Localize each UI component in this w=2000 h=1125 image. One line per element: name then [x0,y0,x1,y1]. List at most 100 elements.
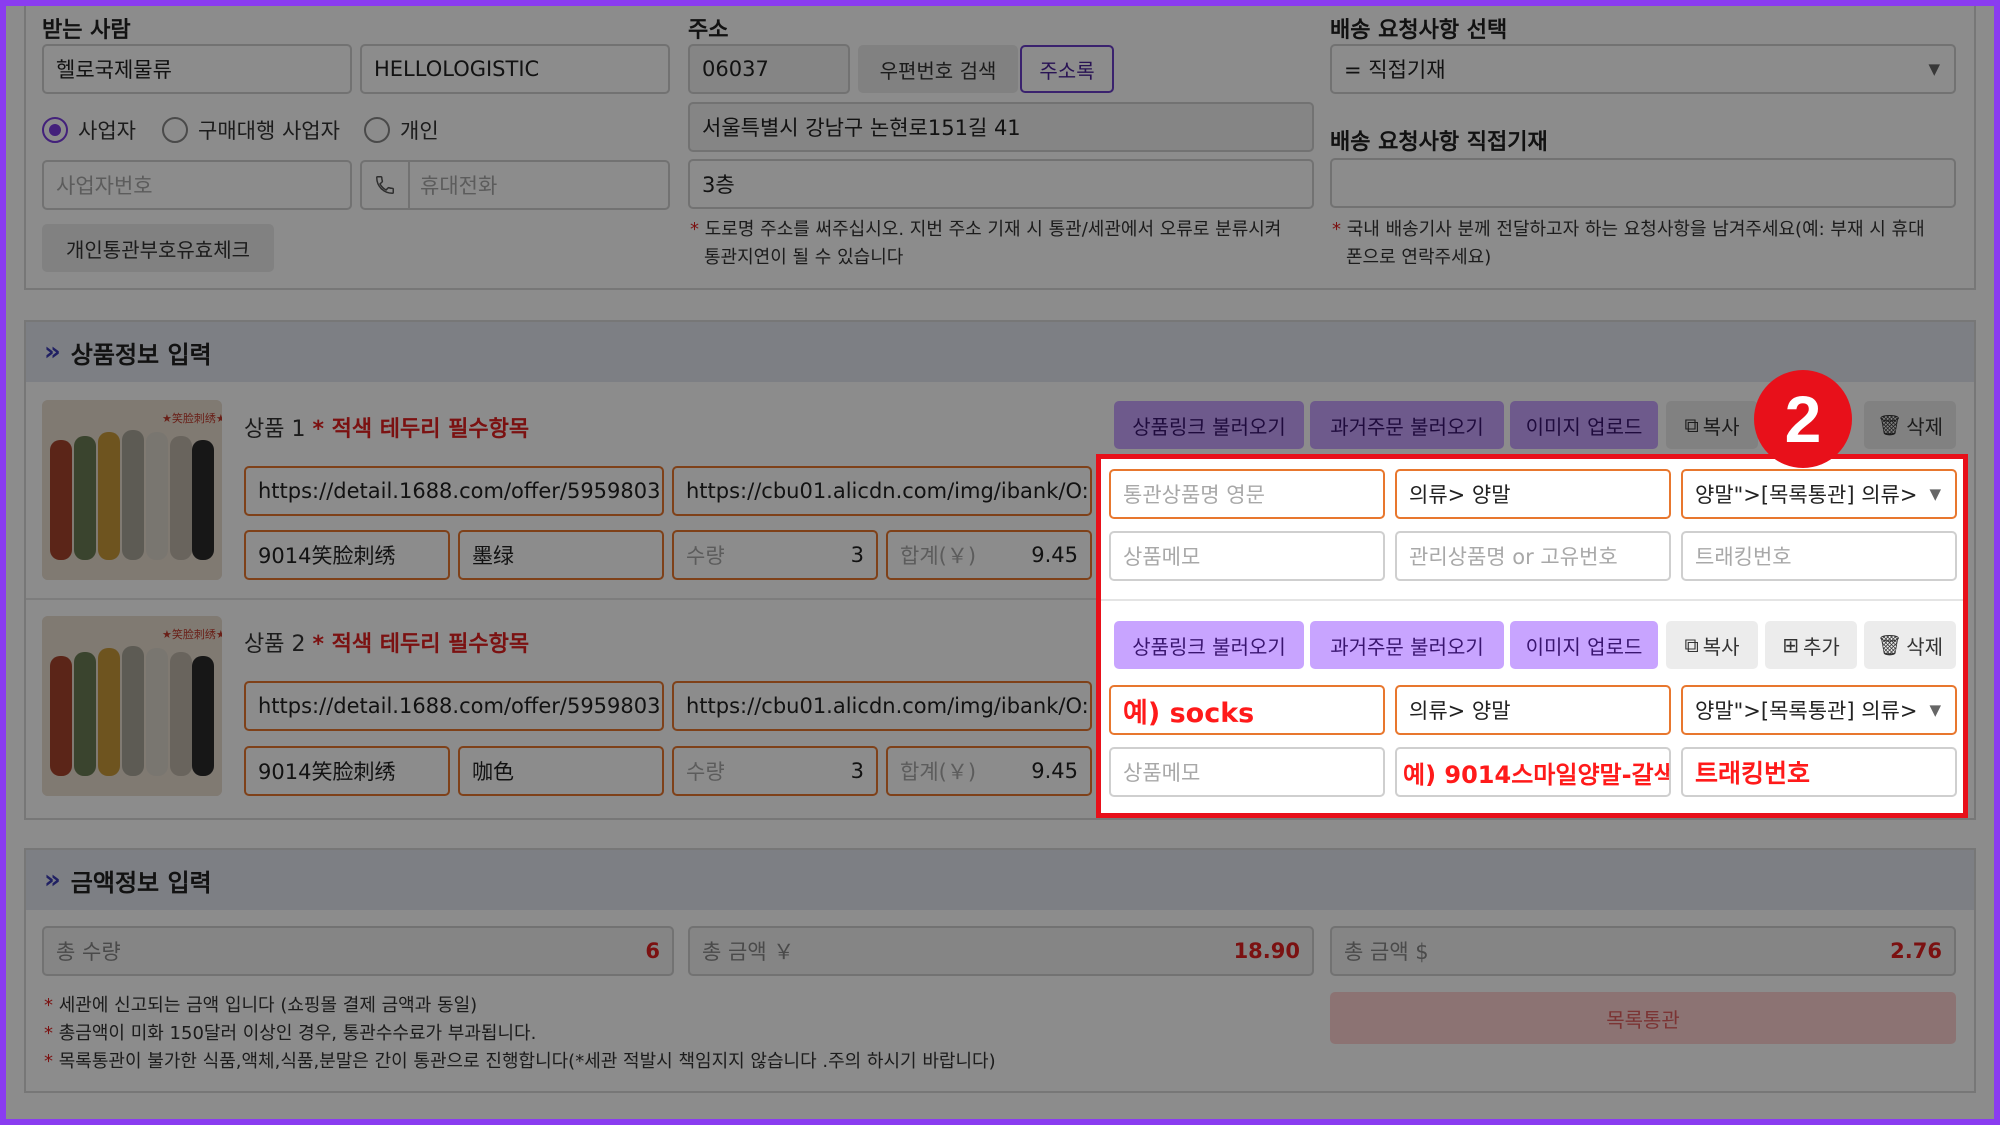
address-note: * 도로명 주소를 써주십시오. 지번 주소 기재 시 통관/세관에서 오류로 … [690,219,1282,268]
product-2-memo-input[interactable]: 상품메모 [1109,747,1385,797]
product-1-title-text: 상품 1 [244,417,306,442]
socks-image-icon: ★笑脸刺绣★ [42,616,222,796]
amount-notes: * 세관에 신고되는 금액 입니다 (쇼핑몰 결제 금액과 동일) * 총금액이… [44,995,996,1072]
radio-label-business: 사업자 [78,119,136,143]
product-2-option2-input[interactable]: 咖色 [458,746,664,796]
amount-note-2: 총금액이 미화 150달러 이상인 경우, 통관수수료가 부과됩니다. [58,1023,537,1044]
product-divider [26,598,1096,600]
total-qty-label: 총 수량 [56,940,121,964]
amount-section-header: » 금액정보 입력 [26,850,1974,910]
product-1-option2-input[interactable]: 墨绿 [458,530,664,580]
radio-agent-business[interactable]: 구매대행 사업자 [162,115,340,145]
page-frame: 받는 사람 헬로국제물류 HELLOLOGISTIC 사업자 구매대행 사업자 … [0,0,2000,1125]
product-1-quantity-input[interactable]: 수량 3 [672,530,878,580]
product-section-header: » 상품정보 입력 [26,322,1974,382]
highlight-box: 통관상품명 영문 의류> 양말 양말">[목록통관] 의류> 상품메모 관리상품… [1096,454,1968,818]
product-2-total-input[interactable]: 합계(￥) 9.45 [886,746,1092,796]
amount-note-3: 목록통관이 불가한 식품,액체,식품,분말은 간이 통관으로 진행합니다(*세관… [58,1051,996,1072]
product-1-memo-input[interactable]: 상품메모 [1109,531,1385,581]
product-1-option1-input[interactable]: 9014笑脸刺绣 [244,530,450,580]
list-customs-button[interactable]: 목록통관 [1330,992,1956,1044]
company-en-field[interactable]: HELLOLOGISTIC [360,44,670,94]
business-number-input[interactable]: 사업자번호 [42,160,352,210]
address-label: 주소 [688,18,729,43]
product-2-required-note: * 적색 테두리 필수항목 [312,632,530,657]
zip-search-button[interactable]: 우편번호 검색 [858,45,1018,93]
product-2-manage-id-value: 예) 9014스마일양말-갈색 [1403,760,1671,789]
company-kr-field[interactable]: 헬로국제물류 [42,44,352,94]
product-2-load-past-order-button[interactable]: 과거주문 불러오기 [1310,621,1504,669]
mobile-phone-input[interactable]: 휴대전화 [360,160,670,210]
product-1-delete-button[interactable]: 🗑 삭제 [1864,401,1956,449]
customs-code-check-button[interactable]: 개인통관부호유효체크 [42,224,274,272]
product-1-image: ★笑脸刺绣★ [42,400,222,580]
phone-icon [362,162,410,208]
radio-dot-individual [364,117,390,143]
product-2-copy-button[interactable]: ⧉ 복사 [1666,621,1758,669]
product-1-manage-id-input[interactable]: 관리상품명 or 고유번호 [1395,531,1671,581]
product-2-category-select[interactable]: 의류> 양말 [1395,685,1671,735]
product-1-upload-image-button[interactable]: 이미지 업로드 [1510,401,1658,449]
highlight-divider [1101,599,1963,601]
address-book-button[interactable]: 주소록 [1020,45,1114,93]
product-2-customs-type-select[interactable]: 양말">[목록통관] 의류> [1681,685,1957,735]
delivery-note-line2: 폰으로 연락주세요) [1346,247,1492,268]
product-1-category-select[interactable]: 의류> 양말 [1395,469,1671,519]
product-2-customs-name-input[interactable]: 예) socks [1109,685,1385,735]
radio-label-agent: 구매대행 사업자 [198,119,340,143]
radio-individual[interactable]: 개인 [364,115,439,145]
double-chevron-icon: » [44,337,61,367]
radio-business[interactable]: 사업자 [42,115,136,145]
product-1-qty-label: 수량 [686,544,725,568]
radio-dot-business [42,117,68,143]
delivery-note: * 국내 배송기사 분께 전달하고자 하는 요청사항을 남겨주세요(예: 부재 … [1332,219,1925,268]
product-2-url-input[interactable]: https://detail.1688.com/offer/59598036 [244,681,664,731]
product-2-title-text: 상품 2 [244,632,306,657]
amount-section-title: 금액정보 입력 [70,868,212,897]
product-1-customs-name-input[interactable]: 통관상품명 영문 [1109,469,1385,519]
step-2-badge: 2 [1754,370,1852,468]
socks-image-icon: ★笑脸刺绣★ [42,400,222,580]
svg-text:★笑脸刺绣★: ★笑脸刺绣★ [162,627,222,641]
product-2-add-label: 추가 [1802,634,1840,659]
product-2-image-url-input[interactable]: https://cbu01.alicdn.com/img/ibank/O: [672,681,1092,731]
product-2-tracking-input[interactable]: 트래킹번호 [1681,747,1957,797]
delivery-direct-label: 배송 요청사항 직접기재 [1330,130,1548,155]
product-2-manage-id-input[interactable]: 예) 9014스마일양말-갈색 [1395,747,1671,797]
trash-icon: 🗑 [1876,413,1903,437]
product-2-load-link-button[interactable]: 상품링크 불러오기 [1114,621,1304,669]
product-1-copy-button[interactable]: ⧉ 복사 [1666,401,1758,449]
delivery-direct-input[interactable] [1330,158,1956,208]
product-2-image: ★笑脸刺绣★ [42,616,222,796]
address-line1-field[interactable]: 서울특별시 강남구 논현로151길 41 [688,102,1314,152]
mobile-phone-placeholder: 휴대전화 [420,174,498,198]
product-1-total-value: 9.45 [1031,543,1078,567]
address-note-line2: 통관지연이 될 수 있습니다 [704,247,904,268]
product-2-delete-button[interactable]: 🗑 삭제 [1864,621,1956,669]
product-1-customs-type-select[interactable]: 양말">[목록통관] 의류> [1681,469,1957,519]
product-1-title: 상품 1 * 적색 테두리 필수항목 [244,411,529,443]
delivery-note-line1: 국내 배송기사 분께 전달하고자 하는 요청사항을 남겨주세요(예: 부재 시 … [1346,219,1925,240]
product-1-url-input[interactable]: https://detail.1688.com/offer/59598036 [244,466,664,516]
product-2-title: 상품 2 * 적색 테두리 필수항목 [244,626,529,658]
product-1-tracking-input[interactable]: 트래킹번호 [1681,531,1957,581]
product-2-add-button[interactable]: ⊞ 추가 [1765,621,1857,669]
product-1-image-url-input[interactable]: https://cbu01.alicdn.com/img/ibank/O: [672,466,1092,516]
product-1-load-link-button[interactable]: 상품링크 불러오기 [1114,401,1304,449]
product-2-copy-label: 복사 [1702,634,1740,659]
product-1-total-input[interactable]: 합계(￥) 9.45 [886,530,1092,580]
address-note-line1: 도로명 주소를 써주십시오. 지번 주소 기재 시 통관/세관에서 오류로 분류… [704,219,1282,240]
product-2-customs-name-value: 예) socks [1123,697,1255,729]
total-cny-label: 총 금액 ￥ [702,940,795,964]
product-2-upload-image-button[interactable]: 이미지 업로드 [1510,621,1658,669]
zip-code-field[interactable]: 06037 [688,44,850,94]
product-1-copy-label: 복사 [1702,414,1740,439]
product-2-option1-input[interactable]: 9014笑脸刺绣 [244,746,450,796]
delivery-request-select[interactable]: = 직접기재 [1330,44,1956,94]
product-section-title: 상품정보 입력 [70,340,212,369]
product-2-total-value: 9.45 [1031,759,1078,783]
address-line2-field[interactable]: 3층 [688,159,1314,209]
product-1-load-past-order-button[interactable]: 과거주문 불러오기 [1310,401,1504,449]
product-2-quantity-input[interactable]: 수량 3 [672,746,878,796]
recipient-label: 받는 사람 [42,18,131,43]
